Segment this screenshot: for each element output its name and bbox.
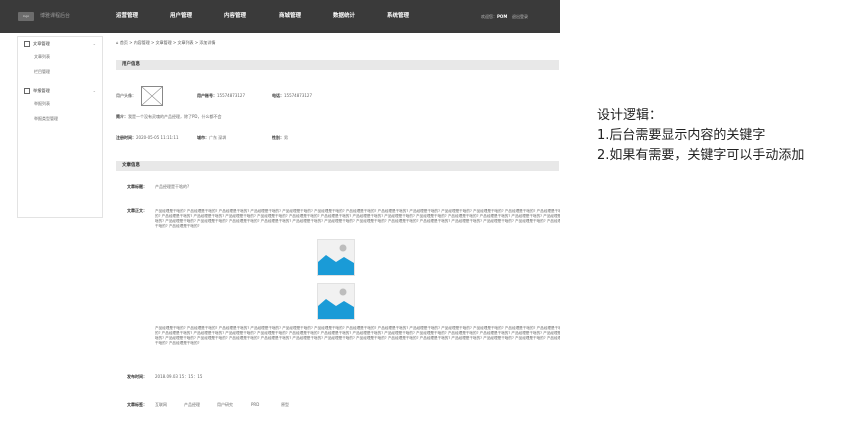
sidebar-item-report-list[interactable]: 举报列表 [34,101,50,107]
article-title-text: 产品经理是干啥的? [155,184,190,189]
sidebar-item-article-list[interactable]: 文章列表 [34,54,50,60]
city-field: 城市：广东 深圳 [197,135,226,141]
brand-name: 博雅课程后台 [40,13,71,19]
register-time-label: 注册时间： [116,135,136,140]
article-title-label: 文章标题： [127,184,147,190]
home-icon[interactable]: ⌂ [116,40,119,45]
publish-time-label: 发布时间： [127,374,147,380]
image-icon [318,244,354,275]
avatar-label: 用户头像： [116,93,136,98]
tag-item[interactable]: PRD [251,402,259,408]
section-title: 用户信息 [122,62,140,67]
logout-link[interactable]: 退出登录 [512,14,528,20]
tags-label: 文章标签： [127,402,147,408]
chevron-down-icon[interactable]: ⌄ [93,88,96,94]
article-body-label-text: 文章正文： [127,208,147,213]
gender-label: 性别： [272,135,284,140]
nav-item-operations[interactable]: 运营管理 [116,13,138,20]
breadcrumb: ⌂ 首页 > 内容管理 > 文章管理 > 文章列表 > 添加详情 [116,40,215,46]
article-body-label: 文章正文： [127,208,147,214]
user-greeting: 欢迎您：POM [481,14,507,20]
breadcrumb-text[interactable]: 首页 > 内容管理 > 文章管理 > 文章列表 > 添加详情 [120,40,216,45]
folder-icon [24,41,30,47]
article-title-label-text: 文章标题： [127,184,147,189]
nav-item-stats[interactable]: 数据统计 [333,13,355,20]
user-name[interactable]: POM [497,14,507,19]
sidebar-item-report-types[interactable]: 举报类型管理 [34,116,58,122]
intro-value: 我是一个没有灵魂的产品经理，除了PD，什么都不会 [128,114,222,119]
phone-value: 15574873127 [284,93,312,98]
intro-field: 简介：我是一个没有灵魂的产品经理，除了PD，什么都不会 [116,114,222,120]
article-title-value: 产品经理是干啥的? [155,184,189,190]
register-time-value: 2020-05-05 11:11:11 [136,135,179,140]
publish-time-label-text: 发布时间： [127,374,147,379]
user-info-header: 用户信息 [116,60,559,70]
sidebar-group-label: 举报管理 [33,88,50,93]
article-image-1 [317,239,355,276]
tag-item[interactable]: 用户研究 [217,402,233,408]
nav-item-mall[interactable]: 商城管理 [279,13,301,20]
register-time-field: 注册时间：2020-05-05 11:11:11 [116,135,178,141]
sidebar-item-column-manage[interactable]: 栏目管理 [34,69,50,75]
avatar [141,86,163,106]
article-image-2 [317,283,355,320]
gender-value: 男 [284,135,288,140]
intro-label: 简介： [116,114,128,119]
nav-item-content[interactable]: 内容管理 [224,13,246,20]
tags-label-text: 文章标签： [127,402,147,407]
gender-field: 性别：男 [272,135,288,141]
image-placeholder-icon [141,86,163,106]
image-icon [318,288,354,319]
tag-item[interactable]: 产品经理 [184,402,200,408]
nav-item-users[interactable]: 用户管理 [170,13,192,20]
article-info-header: 文章信息 [116,161,559,171]
phone-label: 电话： [272,93,284,98]
tag-item[interactable]: 互联网 [155,402,167,408]
greeting-label: 欢迎您： [481,14,497,19]
design-note-1: 1.后台需要显示内容的关键字 [597,128,766,143]
chevron-down-icon[interactable]: ⌄ [93,41,96,47]
design-notes-title: 设计逻辑： [597,108,663,123]
article-body-paragraph-1: 产品经理是干啥的? 产品经理是干啥的? 产品经理是干啥的? 产品经理是干啥的? … [155,209,560,228]
nav-item-system[interactable]: 系统管理 [387,13,409,20]
sidebar-group-label: 文章管理 [33,41,50,46]
admin-app: logo 博雅课程后台 运营管理 用户管理 内容管理 商城管理 数据统计 系统管… [0,0,560,434]
city-label: 城市： [197,135,209,140]
tag-item[interactable]: 原型 [281,402,289,408]
account-field: 用户账号：15574873127 [197,93,245,99]
account-label: 用户账号： [197,93,217,98]
sidebar-group-articles[interactable]: 文章管理 [24,41,50,47]
phone-field: 电话：15574873127 [272,93,312,99]
design-note-2: 2.如果有需要，关键字可以手动添加 [597,148,805,163]
design-notes: 设计逻辑： 1.后台需要显示内容的关键字 2.如果有需要，关键字可以手动添加 [597,106,857,166]
city-value: 广东 深圳 [209,135,227,140]
article-body-paragraph-2: 产品经理是干啥的? 产品经理是干啥的? 产品经理是干啥的? 产品经理是干啥的? … [155,326,560,345]
publish-time-value: 2018.09.03 15：15：15 [155,374,202,380]
folder-icon [24,88,30,94]
sidebar-group-reports[interactable]: 举报管理 [24,88,50,94]
sidebar: 文章管理 ⌄ 文章列表 栏目管理 举报管理 ⌄ 举报列表 举报类型管理 [17,36,103,218]
section-title: 文章信息 [122,163,140,168]
top-navbar: logo 博雅课程后台 运营管理 用户管理 内容管理 商城管理 数据统计 系统管… [0,0,560,33]
publish-time-text: 2018.09.03 15：15：15 [155,374,203,379]
account-value: 15574873127 [217,93,245,98]
logo[interactable]: logo [18,12,34,21]
